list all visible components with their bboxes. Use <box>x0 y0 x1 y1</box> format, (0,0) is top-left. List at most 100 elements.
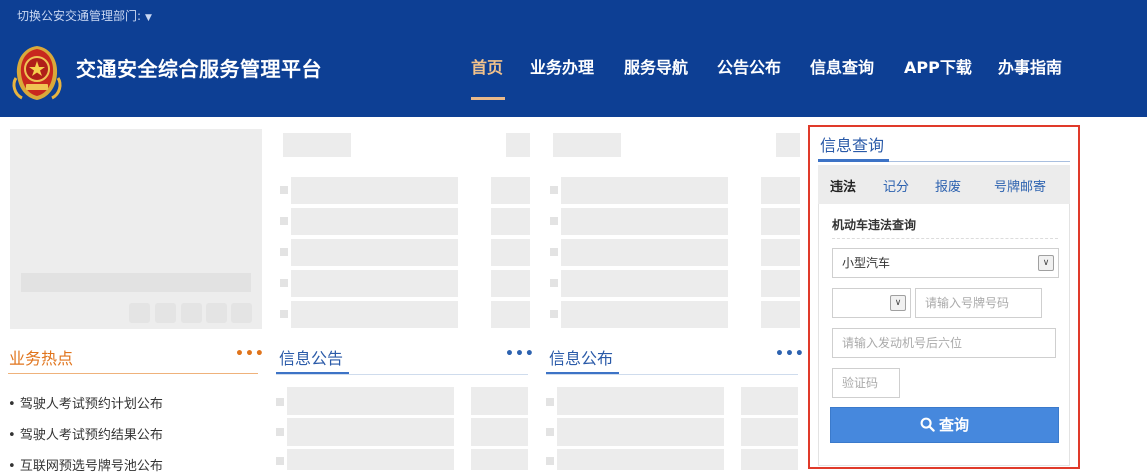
publish-item-placeholder <box>741 387 798 415</box>
list-item-placeholder <box>761 239 800 266</box>
bullet-icon <box>550 186 558 194</box>
notice-item-placeholder <box>287 387 454 415</box>
hot-topic-item[interactable]: • 互联网预选号牌号池公布 <box>8 455 163 474</box>
department-switcher-label: 切换公安交通管理部门: <box>17 9 142 23</box>
nav-item-announcements[interactable]: 公告公布 <box>717 54 781 78</box>
list-item-placeholder <box>491 301 530 328</box>
site-title: 交通安全综合服务管理平台 <box>76 57 322 81</box>
plate-prefix-select[interactable]: ∨ <box>832 288 911 318</box>
search-icon <box>920 417 935 432</box>
list-item-placeholder <box>761 270 800 297</box>
publish-item-placeholder <box>741 449 798 470</box>
list-item-placeholder <box>761 301 800 328</box>
info-query-title-accent <box>818 159 889 162</box>
notice-item-placeholder <box>471 418 528 446</box>
nav-active-indicator <box>471 97 505 100</box>
info-query-panel: 信息查询 违法 记分 报废 号牌邮寄 机动车违法查询 小型汽车 ∨ ∨ 请输入号… <box>808 125 1080 469</box>
plate-number-input[interactable]: 请输入号牌号码 <box>915 288 1042 318</box>
hot-topics-title: 业务热点 <box>9 349 74 368</box>
bullet-icon <box>280 310 288 318</box>
bullet-icon <box>280 248 288 256</box>
department-switcher[interactable]: 切换公安交通管理部门: ▼ <box>17 7 152 24</box>
list-item-placeholder <box>291 239 458 266</box>
tab-points[interactable]: 记分 <box>883 176 909 195</box>
bullet-icon <box>550 248 558 256</box>
list-item-placeholder <box>491 270 530 297</box>
bullet-icon <box>280 186 288 194</box>
banner-thumb[interactable] <box>129 303 150 323</box>
query-button[interactable]: 查询 <box>830 407 1059 443</box>
hot-topic-item[interactable]: • 驾驶人考试预约计划公布 <box>8 393 163 412</box>
list-item-placeholder <box>291 270 458 297</box>
site-header: 交通安全综合服务管理平台 首页 业务办理 服务导航 公告公布 信息查询 APP下… <box>0 28 1147 117</box>
bullet-icon <box>546 457 554 465</box>
list-item-placeholder <box>761 177 800 204</box>
info-query-title: 信息查询 <box>820 136 885 155</box>
police-emblem-icon <box>12 46 62 100</box>
bullet-icon <box>550 279 558 287</box>
tab-violation[interactable]: 违法 <box>830 176 856 195</box>
publish-item-placeholder <box>557 418 724 446</box>
tab-plate-mailing[interactable]: 号牌邮寄 <box>994 176 1046 195</box>
captcha-input[interactable]: 验证码 <box>832 368 900 398</box>
caret-down-icon: ▼ <box>145 13 152 23</box>
list-item-placeholder <box>291 301 458 328</box>
vehicle-type-select[interactable]: 小型汽车 ∨ <box>832 248 1059 278</box>
banner-thumb[interactable] <box>206 303 227 323</box>
query-form-title: 机动车违法查询 <box>832 218 917 232</box>
publish-title: 信息公布 <box>549 349 614 368</box>
nav-item-info-query[interactable]: 信息查询 <box>810 54 874 78</box>
bullet-icon <box>550 310 558 318</box>
banner-thumb[interactable] <box>155 303 176 323</box>
bullet-icon <box>276 428 284 436</box>
engine-number-input[interactable]: 请输入发动机号后六位 <box>832 328 1056 358</box>
publish-more-button[interactable]: ••• <box>775 346 805 362</box>
nav-item-business[interactable]: 业务办理 <box>530 54 594 78</box>
top-bar: 切换公安交通管理部门: ▼ <box>0 0 1147 28</box>
tab-scrap[interactable]: 报废 <box>935 176 961 195</box>
notice-title: 信息公告 <box>279 349 344 368</box>
bullet-icon <box>546 428 554 436</box>
vehicle-type-value: 小型汽车 <box>842 256 891 270</box>
nav-item-home[interactable]: 首页 <box>471 54 503 78</box>
chevron-down-icon: ∨ <box>890 295 906 311</box>
notice-title-accent <box>276 372 349 374</box>
notice-item-placeholder <box>471 449 528 470</box>
bullet-icon <box>546 398 554 406</box>
list-item-placeholder <box>291 208 458 235</box>
bullet-icon <box>550 217 558 225</box>
notice-more-button[interactable]: ••• <box>505 346 535 362</box>
list-item-placeholder <box>491 208 530 235</box>
list-item-placeholder <box>491 239 530 266</box>
nav-item-app-download[interactable]: APP下载 <box>904 54 972 78</box>
publish-item-placeholder <box>741 418 798 446</box>
bullet-icon <box>276 457 284 465</box>
query-form: 机动车违法查询 小型汽车 ∨ ∨ 请输入号牌号码 请输入发动机号后六位 验证码 … <box>818 204 1070 466</box>
nav-item-service-guide[interactable]: 服务导航 <box>624 54 688 78</box>
list-header-placeholder <box>506 133 530 157</box>
notice-item-placeholder <box>471 387 528 415</box>
banner-placeholder <box>10 129 262 329</box>
list-item-placeholder <box>291 177 458 204</box>
hot-topics-divider <box>8 373 258 374</box>
list-header-placeholder <box>283 133 351 157</box>
publish-item-placeholder <box>557 387 724 415</box>
bullet-icon <box>280 279 288 287</box>
banner-thumb[interactable] <box>231 303 252 323</box>
hot-topics-more-button[interactable]: ••• <box>235 346 265 362</box>
list-header-placeholder <box>553 133 621 157</box>
hot-topic-item[interactable]: • 驾驶人考试预约结果公布 <box>8 424 163 443</box>
notice-item-placeholder <box>287 449 454 470</box>
nav-item-guide[interactable]: 办事指南 <box>998 54 1062 78</box>
banner-thumb[interactable] <box>181 303 202 323</box>
list-item-placeholder <box>561 177 728 204</box>
list-item-placeholder <box>561 270 728 297</box>
banner-caption-placeholder <box>21 273 251 292</box>
notice-item-placeholder <box>287 418 454 446</box>
list-item-placeholder <box>761 208 800 235</box>
bullet-icon <box>280 217 288 225</box>
notice-divider <box>276 374 528 375</box>
list-header-placeholder <box>776 133 800 157</box>
query-button-label: 查询 <box>938 416 969 434</box>
query-form-divider <box>832 238 1058 239</box>
